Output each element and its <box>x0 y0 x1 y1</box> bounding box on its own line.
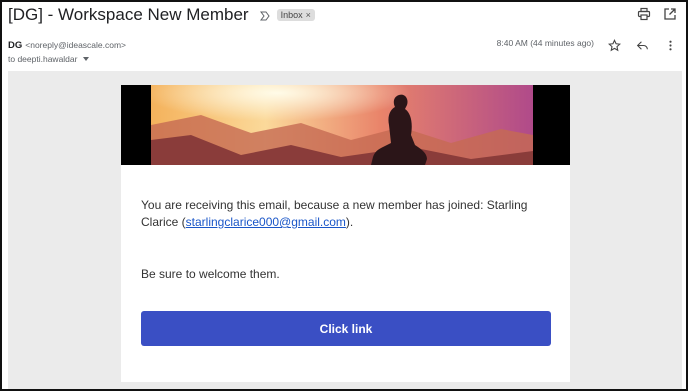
email-card: You are receiving this email, because a … <box>121 85 570 382</box>
welcome-text: Be sure to welcome them. <box>141 267 280 281</box>
email-subject: [DG] - Workspace New Member <box>8 5 249 24</box>
recipient-row[interactable]: to deepti.hawaldar <box>8 53 90 65</box>
email-view: [DG] - Workspace New Member Inbox × DG <… <box>0 0 688 391</box>
inbox-label-text: Inbox <box>280 10 303 20</box>
more-options-icon[interactable] <box>662 37 678 53</box>
show-details-chevron-icon[interactable] <box>83 57 90 61</box>
print-icon[interactable] <box>636 6 652 22</box>
remove-label-icon[interactable]: × <box>306 10 311 20</box>
email-body-background: You are receiving this email, because a … <box>8 71 682 389</box>
sender-email: <noreply@ideascale.com> <box>25 40 127 50</box>
subject-row: [DG] - Workspace New Member Inbox × <box>8 4 678 26</box>
message-paragraph: You are receiving this email, because a … <box>141 197 551 231</box>
sender-name[interactable]: DG <box>8 40 22 51</box>
click-link-button[interactable]: Click link <box>141 311 551 346</box>
meditation-banner-image <box>121 85 570 165</box>
sender-row: DG <noreply@ideascale.com> 8:40 AM (44 m… <box>8 38 678 52</box>
email-timestamp: 8:40 AM (44 minutes ago) <box>496 38 594 48</box>
star-icon[interactable] <box>606 37 622 53</box>
recipient-text: to deepti.hawaldar <box>8 54 78 64</box>
member-email-link[interactable]: starlingclarice000@gmail.com <box>186 215 346 229</box>
open-in-new-window-icon[interactable] <box>662 6 678 22</box>
message-actions <box>606 37 678 53</box>
reply-icon[interactable] <box>634 37 650 53</box>
important-marker-icon[interactable] <box>259 9 271 21</box>
top-actions <box>636 6 678 22</box>
inbox-label-chip[interactable]: Inbox × <box>276 9 315 21</box>
message-text-end: ). <box>345 215 354 229</box>
